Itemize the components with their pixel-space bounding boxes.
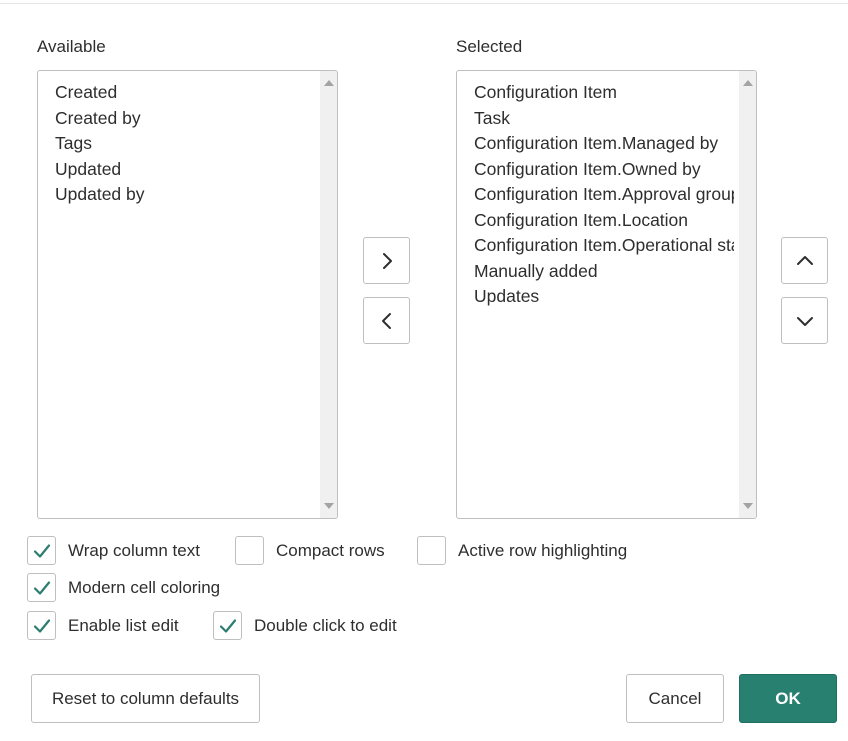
active-row-highlighting-checkbox[interactable]: [417, 536, 446, 565]
scroll-down-arrow-icon[interactable]: [743, 503, 753, 509]
active-row-highlighting-label: Active row highlighting: [458, 540, 628, 560]
wrap-column-text-option[interactable]: Wrap column text: [27, 535, 200, 566]
chevron-up-icon: [796, 255, 813, 265]
available-heading: Available: [37, 37, 106, 56]
wrap-column-text-checkbox[interactable]: [27, 536, 56, 565]
enable-list-edit-label: Enable list edit: [68, 615, 179, 635]
top-divider: [0, 3, 848, 4]
compact-rows-option[interactable]: Compact rows: [235, 535, 385, 566]
enable-list-edit-checkbox[interactable]: [27, 611, 56, 640]
add-to-selected-button[interactable]: [363, 237, 410, 284]
double-click-to-edit-option[interactable]: Double click to edit: [213, 610, 397, 641]
scroll-up-arrow-icon[interactable]: [743, 80, 753, 86]
chevron-left-icon: [381, 312, 391, 329]
modern-cell-coloring-checkbox[interactable]: [27, 573, 56, 602]
available-item[interactable]: Tags: [55, 131, 315, 157]
chevron-right-icon: [382, 252, 392, 269]
selected-items: Configuration Item Task Configuration It…: [474, 80, 734, 310]
compact-rows-checkbox[interactable]: [235, 536, 264, 565]
selected-item[interactable]: Manually added: [474, 259, 734, 285]
move-up-button[interactable]: [781, 237, 828, 284]
double-click-to-edit-checkbox[interactable]: [213, 611, 242, 640]
selected-scrollbar[interactable]: [739, 71, 756, 518]
modern-cell-coloring-label: Modern cell coloring: [68, 577, 221, 597]
available-item[interactable]: Created by: [55, 106, 315, 132]
scroll-down-arrow-icon[interactable]: [324, 503, 334, 509]
checkmark-icon: [33, 580, 50, 595]
move-down-button[interactable]: [781, 297, 828, 344]
selected-item[interactable]: Configuration Item.Approval group: [474, 182, 734, 208]
selected-item[interactable]: Configuration Item.Operational status: [474, 233, 734, 259]
compact-rows-label: Compact rows: [276, 540, 385, 560]
double-click-to-edit-label: Double click to edit: [254, 615, 397, 635]
available-item[interactable]: Created: [55, 80, 315, 106]
checkmark-icon: [219, 618, 236, 633]
selected-item[interactable]: Configuration Item.Owned by: [474, 157, 734, 183]
checkmark-icon: [33, 618, 50, 633]
remove-from-selected-button[interactable]: [363, 297, 410, 344]
ok-button[interactable]: OK: [739, 674, 837, 723]
selected-listbox[interactable]: Configuration Item Task Configuration It…: [456, 70, 757, 519]
chevron-down-icon: [796, 316, 813, 326]
selected-item[interactable]: Configuration Item.Location: [474, 208, 734, 234]
available-items: Created Created by Tags Updated Updated …: [55, 80, 315, 208]
selected-item[interactable]: Task: [474, 106, 734, 132]
active-row-highlighting-option[interactable]: Active row highlighting: [417, 535, 627, 566]
available-scrollbar[interactable]: [320, 71, 337, 518]
reset-to-column-defaults-button[interactable]: Reset to column defaults: [31, 674, 260, 723]
selected-item[interactable]: Configuration Item.Managed by: [474, 131, 734, 157]
wrap-column-text-label: Wrap column text: [68, 540, 200, 560]
selected-heading: Selected: [456, 37, 523, 56]
scroll-up-arrow-icon[interactable]: [324, 80, 334, 86]
modern-cell-coloring-option[interactable]: Modern cell coloring: [27, 572, 220, 603]
enable-list-edit-option[interactable]: Enable list edit: [27, 610, 179, 641]
selected-item[interactable]: Updates: [474, 284, 734, 310]
available-listbox[interactable]: Created Created by Tags Updated Updated …: [37, 70, 338, 519]
selected-item[interactable]: Configuration Item: [474, 80, 734, 106]
available-item[interactable]: Updated: [55, 157, 315, 183]
checkmark-icon: [33, 543, 50, 558]
available-item[interactable]: Updated by: [55, 182, 315, 208]
cancel-button[interactable]: Cancel: [626, 674, 724, 723]
